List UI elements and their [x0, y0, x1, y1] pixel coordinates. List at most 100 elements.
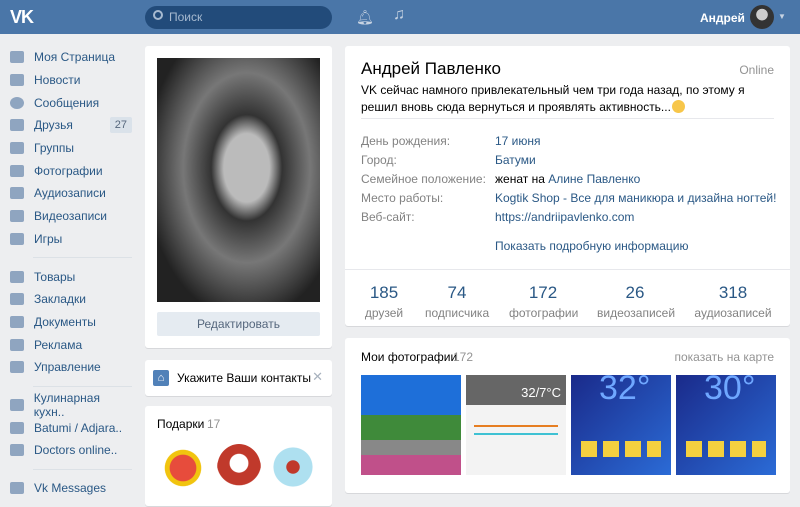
show-on-map-link[interactable]: показать на карте — [675, 350, 775, 364]
home-icon — [10, 51, 24, 64]
sidebar-item-messages[interactable]: Сообщения — [10, 91, 132, 114]
gamepad-icon — [10, 232, 24, 245]
edit-profile-button[interactable]: Редактировать — [157, 312, 320, 336]
stat-count: 74 — [447, 283, 467, 302]
divider — [33, 468, 132, 470]
stat-photos[interactable]: 172 фотографии — [509, 283, 578, 320]
city-link[interactable]: Батуми — [495, 153, 536, 167]
photo-thumbnail[interactable]: 32° — [571, 375, 671, 475]
megaphone-icon — [10, 338, 24, 351]
search-input[interactable]: Поиск — [145, 6, 332, 29]
sidebar-item-ads[interactable]: Реклама — [10, 333, 132, 356]
smile-emoji-icon — [671, 100, 685, 113]
home-icon: ⌂ — [153, 370, 169, 386]
sidebar-item-label: Видеозаписи — [34, 209, 108, 224]
gift-santa[interactable] — [161, 444, 205, 492]
sidebar-item-games[interactable]: Игры — [10, 228, 132, 251]
stat-count: 26 — [625, 283, 645, 302]
sidebar-item-news[interactable]: Новости — [10, 69, 132, 92]
sidebar-item-documents[interactable]: Документы — [10, 311, 132, 334]
sidebar-item-label: Документы — [34, 314, 96, 329]
stat-videos[interactable]: 26 видеозаписей — [597, 283, 676, 320]
gamepad-icon — [10, 361, 24, 374]
gifts-count: 17 — [207, 417, 221, 431]
gifts-title[interactable]: Подарки — [157, 417, 204, 431]
sidebar-item-label: Игры — [34, 231, 63, 246]
photo-thumbnail[interactable]: 32/7°C — [466, 375, 566, 475]
sidebar-item-friends[interactable]: Друзья 27 — [10, 114, 132, 137]
stat-count: 318 — [718, 283, 748, 302]
stat-label: видеозаписей — [597, 306, 676, 320]
gift-snow-globe[interactable] — [273, 442, 313, 492]
stat-count: 172 — [528, 283, 558, 302]
sidebar-item-my-page[interactable]: Моя Страница — [10, 46, 132, 69]
sidebar-item-label: Doctors online.. — [34, 443, 118, 458]
sidebar-item-groups[interactable]: Группы — [10, 137, 132, 160]
friends-badge: 27 — [109, 117, 132, 134]
profile-photo[interactable] — [157, 58, 320, 302]
sidebar-item-label: Моя Страница — [34, 50, 116, 65]
stat-audio[interactable]: 318 аудиозаписей — [693, 283, 773, 320]
sidebar-item-label: Vk Messages — [34, 481, 107, 496]
sidebar-item-bookmarks[interactable]: Закладки — [10, 288, 132, 311]
sidebar-item-label: Сообщения — [34, 95, 100, 110]
my-photos-card: Мои фотографии 172 показать на карте 32/… — [345, 338, 790, 493]
profile-status[interactable]: VK сейчас намного привлекательный чем тр… — [361, 82, 761, 116]
close-icon[interactable]: ✕ — [312, 369, 323, 385]
gift-santa-bag[interactable] — [217, 444, 261, 492]
sidebar-item-audio[interactable]: Аудиозаписи — [10, 182, 132, 205]
photos-title[interactable]: Мои фотографии — [361, 350, 457, 364]
website-link[interactable]: https://andriipavlenko.com — [495, 210, 634, 224]
status-text: VK сейчас намного привлекательный чем тр… — [361, 83, 745, 114]
avatar[interactable] — [750, 5, 774, 29]
stat-label: аудиозаписей — [694, 306, 772, 320]
sidebar-item-label: Аудиозаписи — [34, 186, 106, 201]
info-label: День рождения: — [361, 134, 451, 148]
stat-followers[interactable]: 74 подписчика — [425, 283, 489, 320]
thumb-text: 32° — [599, 375, 651, 407]
thumb-text: 32/7°C — [521, 385, 561, 400]
notifications-bell-icon[interactable]: 🔔︎ — [356, 9, 374, 26]
photo-thumbnail[interactable] — [361, 375, 461, 475]
stat-label: подписчика — [425, 306, 490, 320]
info-row-website: Веб-сайт: https://andriipavlenko.com — [361, 210, 634, 224]
star-icon — [10, 293, 24, 306]
stat-friends[interactable]: 185 друзей — [357, 283, 411, 320]
sidebar-item-video[interactable]: Видеозаписи — [10, 205, 132, 228]
sidebar-item-photos[interactable]: Фотографии — [10, 159, 132, 182]
relationship-prefix: женат на — [495, 172, 545, 186]
sidebar-item-manage[interactable]: Управление — [10, 356, 132, 379]
sidebar-item-group[interactable]: Doctors online.. — [10, 439, 132, 462]
music-icon[interactable]: ♫ — [393, 6, 405, 24]
work-link[interactable]: Kogtik Shop - Все для маникюра и дизайна… — [495, 191, 776, 205]
top-bar: VK Поиск 🔔︎ ♫ Андрей ▼ — [0, 0, 800, 34]
bag-icon — [10, 270, 24, 283]
groups-icon — [10, 444, 24, 457]
spouse-link[interactable]: Алине Павленко — [548, 172, 640, 186]
contacts-prompt: Укажите Ваши контакты — [177, 371, 311, 385]
info-row-relationship: Семейное положение: женат на Алине Павлен… — [361, 172, 640, 186]
briefcase-icon — [10, 482, 24, 495]
profile-info-card: Андрей Павленко Online VK сейчас намного… — [345, 46, 790, 326]
info-label: Веб-сайт: — [361, 210, 415, 224]
thumb-text: 30° — [704, 375, 756, 407]
sidebar-item-group[interactable]: Batumi / Adjara.. — [10, 416, 132, 439]
user-menu-name[interactable]: Андрей — [700, 11, 745, 25]
sidebar-item-goods[interactable]: Товары — [10, 265, 132, 288]
info-label: Место работы: — [361, 191, 444, 205]
sidebar-item-vk-messages[interactable]: Vk Messages — [10, 477, 132, 500]
vk-logo[interactable]: VK — [10, 7, 34, 28]
contacts-card[interactable]: ⌂ Укажите Ваши контакты ✕ — [145, 360, 332, 396]
search-placeholder: Поиск — [169, 10, 203, 24]
show-more-info-link[interactable]: Показать подробную информацию — [495, 239, 689, 253]
info-row-work: Место работы: Kogtik Shop - Все для маник… — [361, 191, 776, 205]
document-icon — [10, 315, 24, 328]
birthday-link[interactable]: 17 июня — [495, 134, 541, 148]
photo-thumbnail[interactable]: 30° — [676, 375, 776, 475]
divider — [345, 269, 790, 270]
sidebar-item-label: Управление — [34, 360, 101, 375]
chevron-down-icon[interactable]: ▼ — [778, 12, 786, 21]
profile-name: Андрей Павленко — [361, 59, 501, 78]
camera-icon — [10, 164, 24, 177]
sidebar-item-group[interactable]: Кулинарная кухн.. — [10, 391, 132, 419]
